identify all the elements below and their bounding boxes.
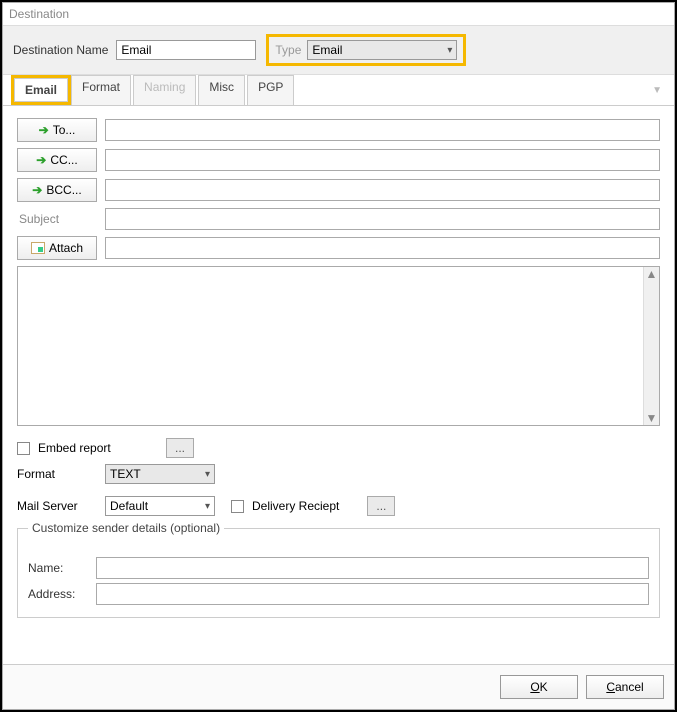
type-select-value: Email xyxy=(312,43,342,57)
tab-content: ➔ To... ➔ CC... ➔ BCC... Subject xyxy=(3,106,674,664)
tab-email-highlight: Email xyxy=(11,75,71,105)
cancel-button[interactable]: Cancel xyxy=(586,675,664,699)
mail-server-value: Default xyxy=(110,499,148,513)
subject-input[interactable] xyxy=(105,208,660,230)
tab-naming[interactable]: Naming xyxy=(133,75,196,105)
tab-pgp[interactable]: PGP xyxy=(247,75,294,105)
scrollbar[interactable]: ▲ ▼ xyxy=(643,267,659,425)
cancel-rest: ancel xyxy=(615,680,644,694)
embed-checkbox[interactable] xyxy=(17,442,30,455)
attach-input[interactable] xyxy=(105,237,660,259)
window-title: Destination xyxy=(3,3,674,26)
to-button-label: To... xyxy=(53,123,76,137)
ok-rest: K xyxy=(540,680,548,694)
arrow-right-icon: ➔ xyxy=(39,123,49,137)
chevron-down-icon: ▾ xyxy=(205,469,210,480)
tab-email[interactable]: Email xyxy=(14,78,68,102)
destination-name-label: Destination Name xyxy=(13,43,108,57)
subject-label: Subject xyxy=(17,212,97,226)
tab-format[interactable]: Format xyxy=(71,75,131,105)
customize-legend: Customize sender details (optional) xyxy=(28,521,224,535)
ok-button[interactable]: OK xyxy=(500,675,578,699)
chevron-down-icon: ▾ xyxy=(447,45,452,56)
bcc-button-label: BCC... xyxy=(46,183,81,197)
header-row: Destination Name Type Email ▾ xyxy=(3,26,674,75)
embed-label: Embed report xyxy=(38,441,158,455)
arrow-right-icon: ➔ xyxy=(32,183,42,197)
sender-name-label: Name: xyxy=(28,561,88,575)
sender-address-input[interactable] xyxy=(96,583,649,605)
cc-button[interactable]: ➔ CC... xyxy=(17,148,97,172)
delivery-checkbox[interactable] xyxy=(231,500,244,513)
mail-server-select[interactable]: Default ▾ xyxy=(105,496,215,516)
scroll-up-icon[interactable]: ▲ xyxy=(646,267,658,281)
expand-icon[interactable]: ▼ xyxy=(652,85,666,96)
destination-dialog: Destination Destination Name Type Email … xyxy=(2,2,675,710)
sender-address-label: Address: xyxy=(28,587,88,601)
dialog-footer: OK Cancel xyxy=(3,664,674,709)
delivery-label: Delivery Reciept xyxy=(252,499,339,513)
sender-name-input[interactable] xyxy=(96,557,649,579)
bcc-input[interactable] xyxy=(105,179,660,201)
type-highlight: Type Email ▾ xyxy=(266,34,466,66)
format-label: Format xyxy=(17,467,97,481)
format-select[interactable]: TEXT ▾ xyxy=(105,464,215,484)
bcc-button[interactable]: ➔ BCC... xyxy=(17,178,97,202)
attach-button[interactable]: Attach xyxy=(17,236,97,260)
tab-misc[interactable]: Misc xyxy=(198,75,245,105)
body-textarea[interactable]: ▲ ▼ xyxy=(17,266,660,426)
destination-name-input[interactable] xyxy=(116,40,256,60)
cc-button-label: CC... xyxy=(50,153,77,167)
scroll-down-icon[interactable]: ▼ xyxy=(646,411,658,425)
to-button[interactable]: ➔ To... xyxy=(17,118,97,142)
embed-browse-button[interactable]: ... xyxy=(166,438,194,458)
type-select[interactable]: Email ▾ xyxy=(307,40,457,60)
cc-input[interactable] xyxy=(105,149,660,171)
type-label: Type xyxy=(275,43,301,57)
chevron-down-icon: ▾ xyxy=(205,501,210,512)
format-select-value: TEXT xyxy=(110,467,141,481)
tab-bar: Email Format Naming Misc PGP ▼ xyxy=(3,75,674,106)
delivery-browse-button[interactable]: ... xyxy=(367,496,395,516)
to-input[interactable] xyxy=(105,119,660,141)
attach-icon xyxy=(31,242,45,254)
attach-button-label: Attach xyxy=(49,241,83,255)
arrow-right-icon: ➔ xyxy=(36,153,46,167)
mail-server-label: Mail Server xyxy=(17,499,97,513)
customize-sender-fieldset: Customize sender details (optional) Name… xyxy=(17,528,660,618)
